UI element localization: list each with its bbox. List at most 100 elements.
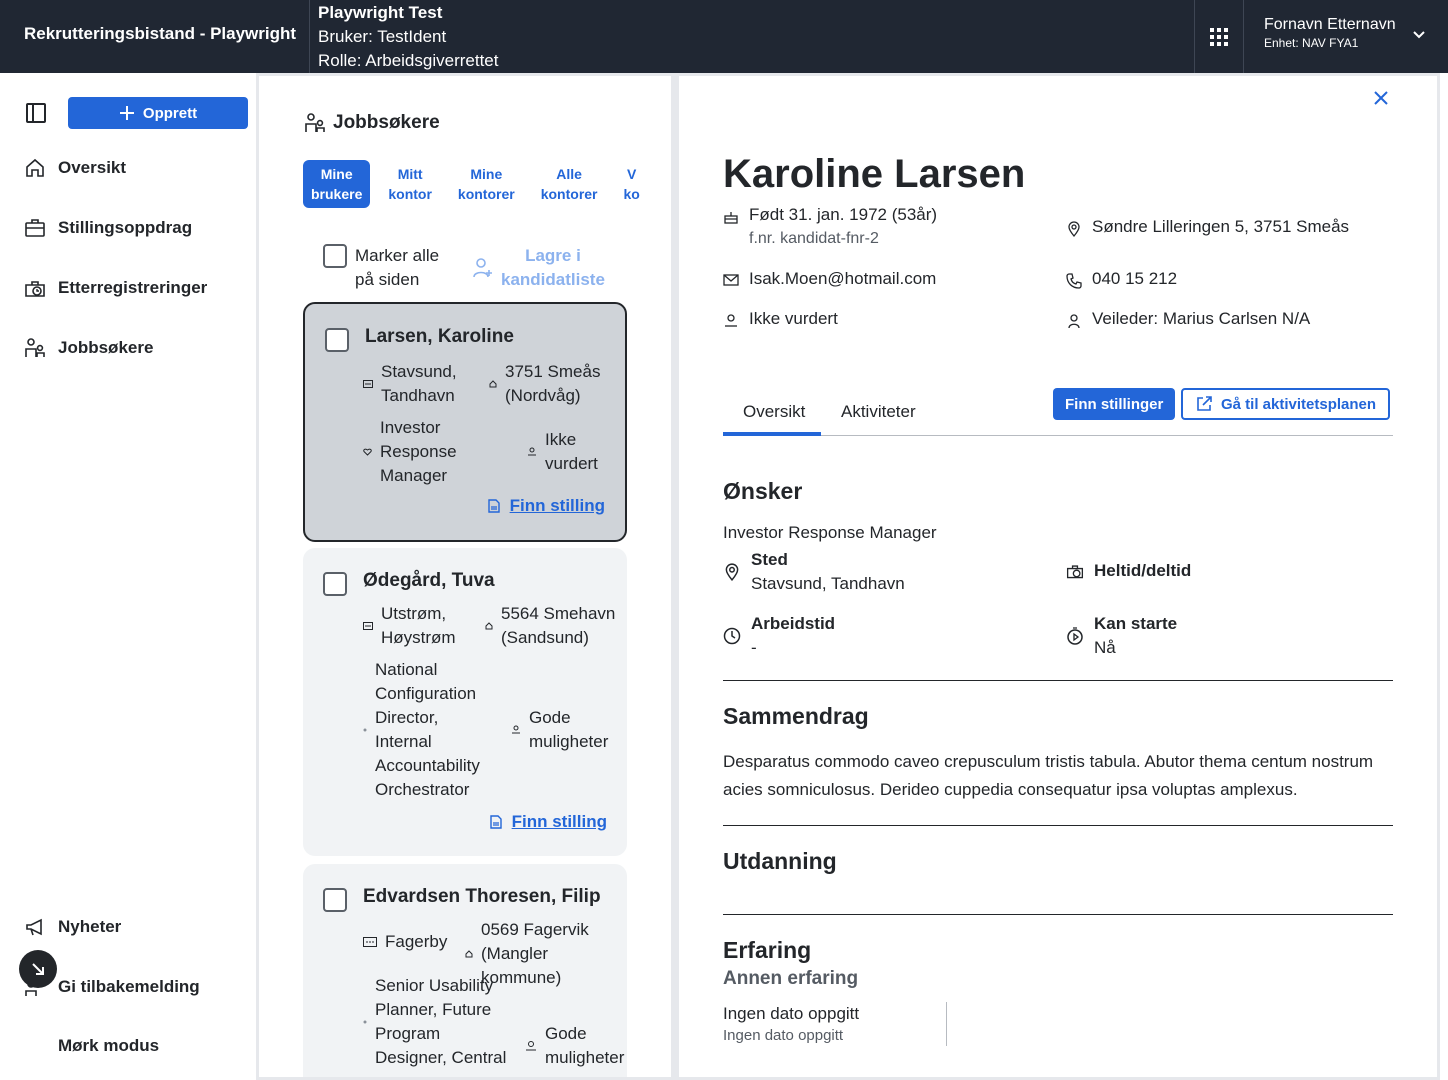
email-info: Isak.Moen@hotmail.com bbox=[723, 267, 936, 291]
person-icon bbox=[1068, 314, 1080, 329]
checkbox[interactable] bbox=[323, 244, 347, 268]
desired-fulltime: Heltid/deltid bbox=[1066, 559, 1191, 583]
candidate-name[interactable]: Larsen, Karoline bbox=[365, 326, 514, 348]
candidate-place: Stavsund, Tandhavn bbox=[363, 360, 457, 408]
home-icon bbox=[465, 950, 473, 958]
top-header: Rekrutteringsbistand - Playwright Playwr… bbox=[0, 0, 1448, 73]
sidebar-item-jobbsokere[interactable]: Jobbsøkere bbox=[24, 337, 153, 359]
candidate-card[interactable]: Ødegård, Tuva Utstrøm, Høystrøm 5564 Smeh… bbox=[303, 548, 627, 856]
sidebar-item-dark-mode[interactable]: Mørk modus bbox=[24, 1036, 159, 1056]
user-unit: Enhet: NAV FYA1 bbox=[1264, 36, 1359, 50]
phone-icon bbox=[1066, 273, 1082, 289]
section-divider bbox=[723, 680, 1393, 681]
sidebar: Opprett Oversikt Stillingsoppdrag Etterr… bbox=[0, 73, 256, 1080]
filter-mitt-kontor[interactable]: Mitt kontor bbox=[380, 160, 440, 208]
section-onsker: Ønsker bbox=[723, 478, 803, 504]
candidate-name[interactable]: Ødegård, Tuva bbox=[363, 570, 495, 592]
candidate-checkbox[interactable] bbox=[323, 888, 347, 912]
section-erfaring: Erfaring bbox=[723, 937, 812, 963]
briefcase-icon bbox=[25, 219, 45, 237]
dark-mode-toggle-button[interactable] bbox=[19, 950, 57, 988]
sidebar-item-etterregistreringer[interactable]: Etterregistreringer bbox=[24, 277, 207, 299]
people-icon bbox=[25, 338, 45, 357]
sidebar-item-stillingsoppdrag[interactable]: Stillingsoppdrag bbox=[24, 217, 192, 239]
sidebar-item-label: Gi tilbakemelding bbox=[58, 977, 200, 996]
veileder-info: Veileder: Marius Carlsen N/A bbox=[1066, 307, 1310, 331]
candidate-address: 3751 Smeås (Nordvåg) bbox=[489, 360, 600, 408]
candidate-card[interactable]: Edvardsen Thoresen, Filip Fagerby 0569 F… bbox=[303, 864, 627, 1077]
desired-start: Kan starte Nå bbox=[1066, 612, 1177, 660]
sidebar-toggle-icon[interactable] bbox=[24, 101, 48, 125]
section-divider bbox=[723, 914, 1393, 915]
activity-plan-button[interactable]: Gå til aktivitetsplanen bbox=[1181, 388, 1391, 420]
sidebar-item-label: Etterregistreringer bbox=[58, 278, 208, 297]
other-experience-heading: Annen erfaring bbox=[723, 968, 859, 989]
filter-mine-kontorer[interactable]: Mine kontorer bbox=[450, 160, 523, 208]
document-icon bbox=[487, 499, 500, 513]
create-button[interactable]: Opprett bbox=[68, 97, 248, 129]
section-divider bbox=[723, 825, 1393, 826]
heart-icon bbox=[363, 1020, 367, 1024]
external-link-icon bbox=[1197, 396, 1212, 411]
people-icon bbox=[305, 113, 325, 132]
hand-icon bbox=[526, 1041, 536, 1051]
save-to-list-button[interactable]: Lagre i kandidatliste bbox=[473, 244, 605, 292]
sidebar-item-oversikt[interactable]: Oversikt bbox=[24, 157, 126, 179]
person-plus-icon bbox=[473, 258, 492, 278]
app-title[interactable]: Rekrutteringsbistand - Playwright bbox=[24, 24, 296, 44]
heart-icon bbox=[363, 728, 367, 732]
panel-border bbox=[1437, 73, 1440, 1080]
panel-border bbox=[671, 73, 679, 1080]
hand-icon bbox=[528, 447, 536, 456]
candidate-job: Investor Response Manager bbox=[363, 416, 457, 488]
filter-toggle-group: Mine brukere Mitt kontor Mine kontorer Alle… bbox=[303, 160, 648, 208]
environment-info: Playwright Test Bruker: TestIdent Rolle:… bbox=[318, 1, 498, 73]
filter-more[interactable]: Vko bbox=[616, 160, 648, 208]
environment-title: Playwright Test bbox=[318, 3, 443, 22]
cake-icon bbox=[724, 212, 738, 224]
sidebar-item-nyheter[interactable]: Nyheter bbox=[24, 916, 121, 938]
sidebar-item-label: Oversikt bbox=[58, 158, 127, 177]
find-job-link[interactable]: Finn stilling bbox=[489, 812, 607, 832]
location-pin-icon bbox=[725, 563, 739, 581]
active-tab-indicator bbox=[723, 432, 821, 436]
find-jobs-button[interactable]: Finn stillinger bbox=[1053, 388, 1176, 420]
candidate-checkbox[interactable] bbox=[325, 328, 349, 352]
header-divider bbox=[1243, 0, 1244, 73]
candidate-card[interactable]: Larsen, Karoline Stavsund, Tandhavn 3751 … bbox=[303, 302, 627, 542]
tab-oversikt[interactable]: Oversikt bbox=[743, 402, 805, 422]
candidate-address: 5564 Smehavn (Sandsund) bbox=[485, 602, 615, 650]
candidate-status: Gode muligheter bbox=[525, 1022, 624, 1070]
birth-info: Født 31. jan. 1972 (53år) f.nr. kandidat-… bbox=[723, 203, 937, 251]
section-sammendrag: Sammendrag bbox=[723, 703, 869, 729]
mark-all-label: Marker alle på siden bbox=[355, 246, 440, 289]
plus-icon bbox=[119, 106, 134, 120]
tab-aktiviteter[interactable]: Aktiviteter bbox=[841, 402, 916, 422]
location-pin-icon bbox=[1068, 221, 1080, 237]
clock-icon bbox=[723, 627, 741, 645]
card-icon bbox=[363, 380, 373, 388]
chevron-down-icon[interactable] bbox=[1412, 28, 1426, 42]
home-icon bbox=[489, 380, 497, 388]
heart-icon bbox=[363, 448, 372, 456]
candidate-job: National Configuration Director, Internal Ac… bbox=[363, 658, 480, 802]
candidate-name[interactable]: Edvardsen Thoresen, Filip bbox=[363, 886, 601, 908]
megaphone-icon bbox=[26, 918, 42, 936]
mark-all-checkbox[interactable]: Marker alle på siden bbox=[323, 244, 439, 292]
filter-alle-kontorer[interactable]: Alle kontorer bbox=[533, 160, 606, 208]
envelope-icon bbox=[723, 274, 739, 286]
candidate-place: Fagerby bbox=[363, 930, 447, 954]
filter-mine-brukere[interactable]: Mine brukere bbox=[303, 160, 371, 208]
home-icon bbox=[485, 622, 493, 630]
candidate-checkbox[interactable] bbox=[323, 572, 347, 596]
section-utdanning: Utdanning bbox=[723, 848, 837, 874]
desired-job: Investor Response Manager bbox=[723, 523, 937, 542]
document-icon bbox=[489, 815, 502, 829]
candidate-detail-panel: Karoline Larsen Født 31. jan. 1972 (53år… bbox=[679, 76, 1437, 1077]
close-icon[interactable] bbox=[1373, 90, 1389, 106]
apps-menu-button[interactable] bbox=[1195, 0, 1243, 73]
user-menu[interactable]: Fornavn Etternavn Enhet: NAV FYA1 bbox=[1264, 16, 1396, 50]
briefcase-clock-icon bbox=[1066, 565, 1084, 579]
find-job-link[interactable]: Finn stilling bbox=[487, 496, 605, 516]
desired-worktime: Arbeidstid - bbox=[723, 612, 835, 660]
